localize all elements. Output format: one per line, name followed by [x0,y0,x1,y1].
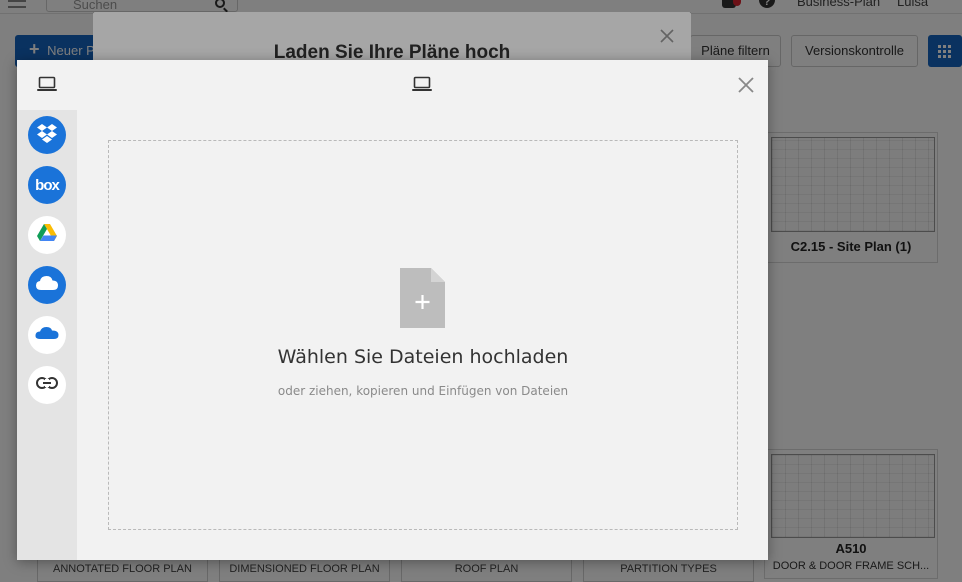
laptop-icon[interactable] [37,76,57,97]
close-icon[interactable] [738,77,754,93]
dropzone-title[interactable]: Wählen Sie Dateien hochladen [109,346,737,368]
box-source[interactable]: box [28,166,66,204]
source-sidebar: box [17,110,77,560]
file-add-icon[interactable] [400,268,445,333]
onedrive-source[interactable] [28,316,66,354]
onedrive-icon [35,326,59,345]
box-icon: box [35,176,60,194]
icloud-source[interactable] [28,266,66,304]
file-picker-dialog: box Wählen Sie Dateien hochladen oder zi… [17,60,768,560]
dropzone-subtitle: oder ziehen, kopieren und Einfügen von D… [277,384,569,398]
link-source[interactable] [28,366,66,404]
link-icon [36,376,58,394]
cloud-icon [35,275,59,296]
google-drive-source[interactable] [28,216,66,254]
dropbox-icon [36,123,58,148]
laptop-icon [412,76,432,97]
picker-header [17,60,768,110]
file-dropzone[interactable]: Wählen Sie Dateien hochladen oder ziehen… [108,140,738,530]
google-drive-icon [37,223,57,247]
dropbox-source[interactable] [28,116,66,154]
